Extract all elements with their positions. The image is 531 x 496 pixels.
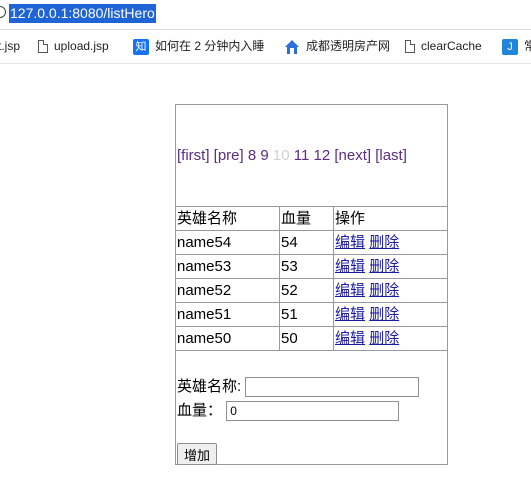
bookmark-label: t.jsp: [0, 39, 21, 53]
page-icon: [405, 40, 415, 54]
edit-link[interactable]: 编辑: [335, 282, 365, 299]
hero-name-cell: name51: [176, 302, 280, 327]
bookmark-label: clearCache: [421, 39, 482, 53]
hero-name-cell: name50: [176, 326, 280, 351]
edit-link[interactable]: 编辑: [335, 234, 365, 251]
table-row: name52 52 编辑 删除: [176, 278, 447, 303]
edit-link[interactable]: 编辑: [335, 306, 365, 323]
actions-cell: 编辑 删除: [333, 302, 447, 327]
actions-cell: 编辑 删除: [333, 326, 447, 351]
pager-page-12[interactable]: 12: [314, 147, 331, 164]
bookmark-clearcache[interactable]: clearCache: [405, 37, 482, 55]
table-row: name50 50 编辑 删除: [176, 326, 447, 351]
column-header-name: 英雄名称: [176, 207, 280, 231]
name-row: 英雄名称:: [177, 375, 420, 398]
site-info-icon[interactable]: [0, 6, 6, 18]
house-icon: [284, 39, 300, 55]
pager-first[interactable]: [first]: [177, 147, 210, 164]
hero-hp-cell: 52: [279, 278, 334, 303]
hero-hp-input[interactable]: [226, 401, 400, 422]
bookmark-zhihu[interactable]: 知如何在 2 分钟内入睡: [133, 37, 264, 55]
column-header-hp: 血量: [279, 207, 334, 231]
hero-table: 英雄名称 血量 操作 name54 54 编辑 删除 name53 53 编辑 …: [176, 207, 447, 351]
zhihu-icon: 知: [133, 38, 149, 55]
edit-link[interactable]: 编辑: [335, 258, 365, 275]
edit-link[interactable]: 编辑: [335, 330, 365, 347]
bookmark-overflow[interactable]: J常: [502, 37, 531, 55]
hero-hp-cell: 51: [279, 302, 334, 327]
pager-current-page: 10: [272, 147, 290, 164]
page-icon: [38, 40, 48, 54]
actions-cell: 编辑 删除: [333, 230, 447, 255]
hero-name-input[interactable]: [245, 377, 420, 398]
hero-name-cell: name53: [176, 254, 280, 279]
delete-link[interactable]: 删除: [369, 330, 399, 347]
address-bar[interactable]: 127.0.0.1:8080/listHero: [0, 0, 531, 30]
hero-hp-cell: 54: [279, 230, 334, 255]
delete-link[interactable]: 删除: [369, 258, 399, 275]
pager-next[interactable]: [next]: [334, 147, 371, 164]
bookmark-upload-jsp[interactable]: upload.jsp: [38, 37, 109, 55]
pager-page-9[interactable]: 9: [260, 147, 268, 164]
bookmark-label: upload.jsp: [54, 39, 109, 53]
hero-name-cell: name54: [176, 230, 280, 255]
url-text[interactable]: 127.0.0.1:8080/listHero: [9, 4, 156, 23]
table-row: name53 53 编辑 删除: [176, 254, 447, 279]
pager-pre[interactable]: [pre]: [214, 147, 244, 164]
table-row: name54 54 编辑 删除: [176, 230, 447, 255]
name-label: 英雄名称:: [177, 378, 242, 395]
pager-last[interactable]: [last]: [375, 147, 407, 164]
hp-row: 血量：: [177, 399, 400, 422]
pager-page-11[interactable]: 11: [294, 147, 310, 164]
hero-hp-cell: 53: [279, 254, 334, 279]
bookmark-label: 如何在 2 分钟内入睡: [155, 39, 265, 53]
pager-page-8[interactable]: 8: [248, 147, 256, 164]
table-header-row: 英雄名称 血量 操作: [176, 207, 447, 231]
hero-hp-cell: 50: [279, 326, 334, 351]
pagination: [first] [pre] 8 9 10 11 12 [next] [last]: [176, 105, 447, 207]
j-icon: J: [502, 38, 518, 55]
actions-cell: 编辑 删除: [333, 254, 447, 279]
bookmark-label: 成都透明房产网: [306, 39, 391, 53]
add-button[interactable]: 增加: [177, 443, 218, 465]
hp-label: 血量：: [177, 402, 223, 419]
bookmarks-bar: t.jsp upload.jsp 知如何在 2 分钟内入睡 成都透明房产网 cl…: [0, 30, 531, 64]
table-row: name51 51 编辑 删除: [176, 302, 447, 327]
bookmark-t-jsp[interactable]: t.jsp: [0, 37, 20, 55]
column-header-actions: 操作: [333, 207, 447, 231]
hero-name-cell: name52: [176, 278, 280, 303]
bookmark-house[interactable]: 成都透明房产网: [284, 37, 390, 55]
hero-panel: [first] [pre] 8 9 10 11 12 [next] [last]…: [175, 104, 448, 465]
actions-cell: 编辑 删除: [333, 278, 447, 303]
delete-link[interactable]: 删除: [369, 234, 399, 251]
delete-link[interactable]: 删除: [369, 282, 399, 299]
delete-link[interactable]: 删除: [369, 306, 399, 323]
bookmark-label: 常: [524, 39, 531, 53]
